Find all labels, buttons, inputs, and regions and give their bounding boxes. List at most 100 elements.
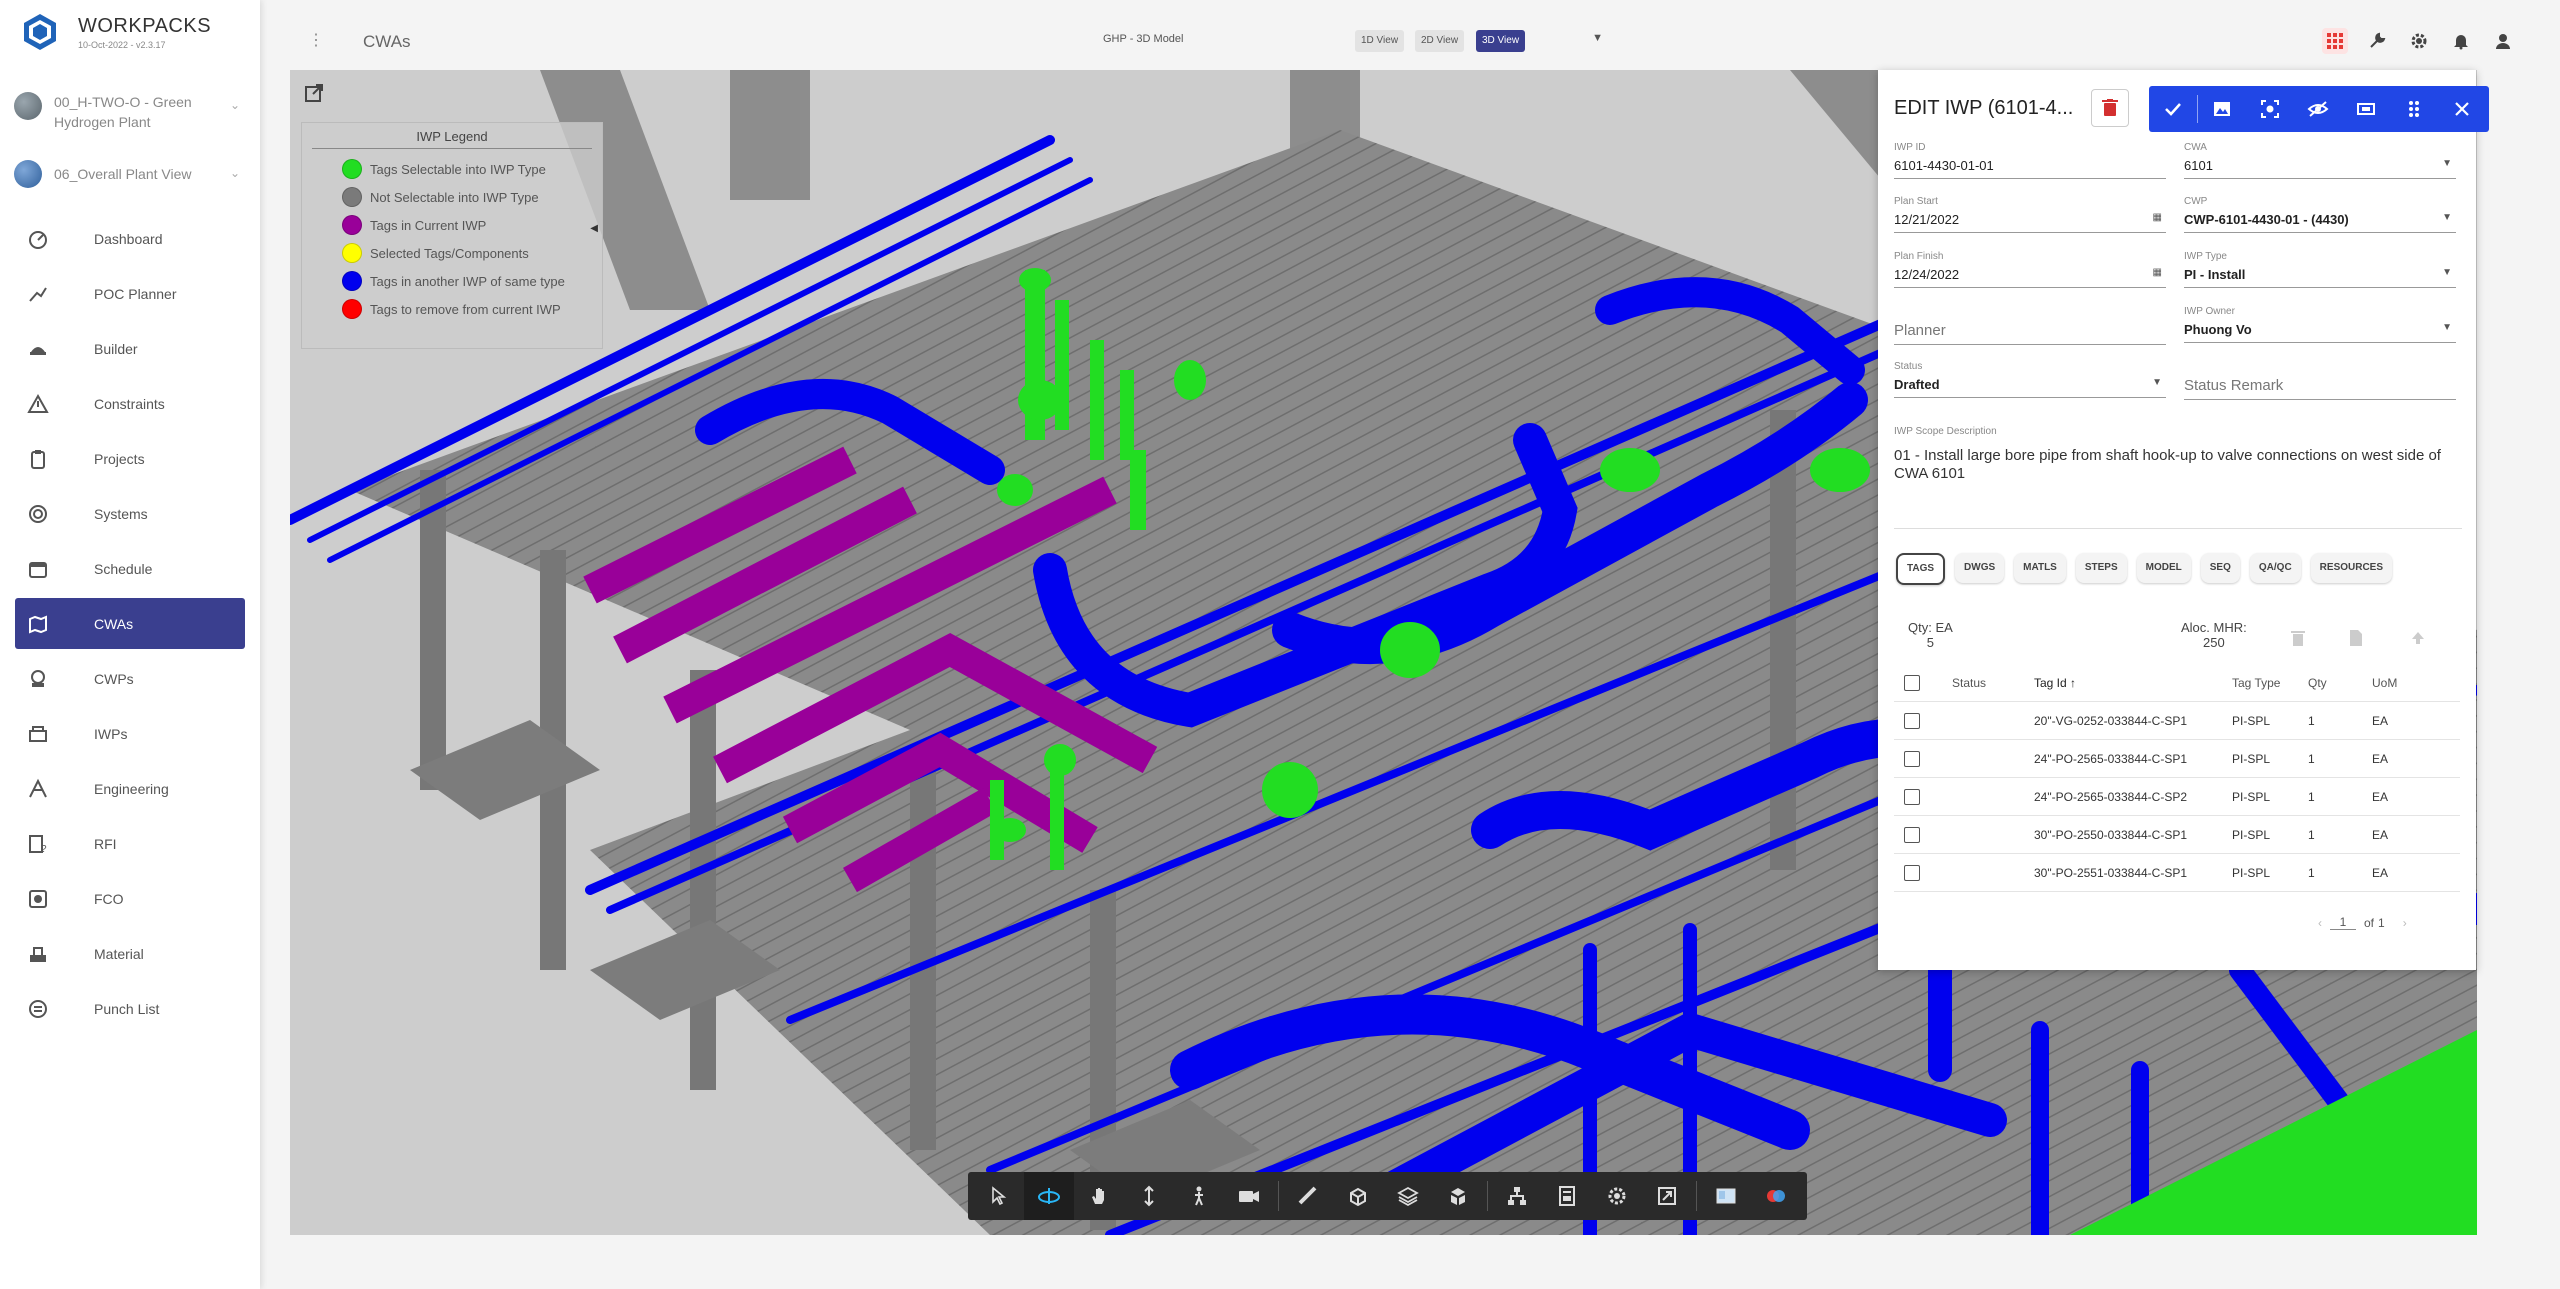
screenshot-icon[interactable] [2246, 86, 2294, 132]
view-3d-button[interactable]: 3D View [1476, 30, 1526, 52]
fullscreen-icon[interactable] [1642, 1172, 1692, 1220]
sidebar-item-projects[interactable]: Projects [15, 433, 245, 484]
sidebar-item-fco[interactable]: FCO [15, 873, 245, 924]
settings-gear-icon[interactable] [1592, 1172, 1642, 1220]
sidebar-item-schedule[interactable]: Schedule [15, 543, 245, 594]
more-vert-icon[interactable]: ⋮ [308, 30, 324, 50]
sidebar-item-iwps[interactable]: IWPs [15, 708, 245, 759]
plan-finish-field[interactable]: Plan Finish 12/24/2022 ▦ [1894, 251, 2166, 288]
project-selector[interactable]: 00_H-TWO-O - Green Hydrogen Plant ⌄ [14, 92, 246, 132]
close-icon[interactable] [2438, 86, 2486, 132]
camera-icon[interactable] [1224, 1172, 1274, 1220]
row-checkbox[interactable] [1904, 712, 1920, 729]
sidebar-item-punch-list[interactable]: Punch List [15, 983, 245, 1034]
select-cursor-icon[interactable] [974, 1172, 1024, 1220]
tab-resources[interactable]: RESOURCES [2310, 553, 2393, 583]
trash-icon[interactable] [2286, 626, 2310, 650]
sidebar-item-cwas[interactable]: CWAs [15, 598, 245, 649]
iwp-type-select[interactable]: IWP Type PI - Install ▼ [2184, 251, 2456, 288]
sidebar-item-systems[interactable]: Systems [15, 488, 245, 539]
sidebar-item-material[interactable]: Material [15, 928, 245, 979]
select-all-checkbox[interactable] [1904, 674, 1920, 691]
orbit-icon[interactable] [1024, 1172, 1074, 1220]
sidebar-item-constraints[interactable]: Constraints [15, 378, 245, 429]
save-check-icon[interactable] [2149, 86, 2197, 132]
view-1d-button[interactable]: 1D View [1355, 30, 1405, 52]
cwa-select[interactable]: CWA 6101 ▼ [2184, 142, 2456, 179]
explode-icon[interactable] [1433, 1172, 1483, 1220]
table-row[interactable]: 30"-PO-2551-033844-C-SP1 PI-SPL 1 EA [1894, 854, 2460, 892]
tab-dwgs[interactable]: DWGS [1955, 553, 2005, 583]
drag-handle-icon[interactable] [2390, 86, 2438, 132]
delete-button[interactable] [2091, 89, 2129, 127]
table-row[interactable]: 24"-PO-2565-033844-C-SP2 PI-SPL 1 EA [1894, 778, 2460, 816]
row-checkbox[interactable] [1904, 750, 1920, 767]
color-palette-icon[interactable] [1751, 1172, 1801, 1220]
row-checkbox[interactable] [1904, 864, 1920, 881]
apps-grid-icon[interactable] [2322, 28, 2348, 54]
sidebar-item-rfi[interactable]: ? RFI [15, 818, 245, 869]
status-remark-field[interactable]: Status Remark [2184, 361, 2456, 400]
col-tag-id[interactable]: Tag Id ↑ [2034, 676, 2076, 690]
measure-ruler-icon[interactable] [1283, 1172, 1333, 1220]
row-checkbox[interactable] [1904, 788, 1920, 805]
collapse-left-icon[interactable]: ◀ [590, 223, 598, 234]
tab-model[interactable]: MODEL [2136, 553, 2191, 583]
col-uom[interactable]: UoM [2372, 676, 2397, 690]
table-row[interactable]: 20"-VG-0252-033844-C-SP1 PI-SPL 1 EA [1894, 702, 2460, 740]
tab-matls[interactable]: MATLS [2014, 553, 2066, 583]
page-input[interactable]: 1 [2330, 915, 2356, 930]
properties-icon[interactable] [1542, 1172, 1592, 1220]
area-selector[interactable]: 06_Overall Plant View ⌄ [14, 160, 246, 188]
model-tree-icon[interactable] [1492, 1172, 1542, 1220]
tab-seq[interactable]: SEQ [2200, 553, 2240, 583]
tab-tags[interactable]: TAGS [1896, 553, 1946, 585]
planner-field[interactable]: Planner [1894, 306, 2166, 345]
zoom-vertical-icon[interactable] [1124, 1172, 1174, 1220]
popout-icon[interactable] [304, 83, 324, 108]
wrench-icon[interactable] [2364, 28, 2390, 54]
iwp-owner-select[interactable]: IWP Owner Phuong Vo ▼ [2184, 306, 2456, 343]
next-page-icon[interactable]: › [2403, 916, 2407, 930]
sidebar-item-dashboard[interactable]: Dashboard [15, 213, 245, 264]
col-tag-type[interactable]: Tag Type [2232, 676, 2280, 690]
brand[interactable]: WORKPACKS 10-Oct-2022 - v2.3.17 [20, 12, 211, 52]
page-total: 1 [2378, 915, 2385, 930]
view-2d-button[interactable]: 2D View [1415, 30, 1465, 52]
section-box-icon[interactable] [1333, 1172, 1383, 1220]
table-row[interactable]: 30"-PO-2550-033844-C-SP1 PI-SPL 1 EA [1894, 816, 2460, 854]
col-status[interactable]: Status [1952, 676, 1986, 690]
cell-qty: 1 [2308, 713, 2315, 728]
legend-swatch [342, 159, 362, 179]
table-row[interactable]: 24"-PO-2565-033844-C-SP1 PI-SPL 1 EA [1894, 740, 2460, 778]
image-icon[interactable] [2198, 86, 2246, 132]
row-checkbox[interactable] [1904, 826, 1920, 843]
layers-icon[interactable] [1383, 1172, 1433, 1220]
bell-icon[interactable] [2448, 28, 2474, 54]
sidebar-item-engineering[interactable]: Engineering [15, 763, 245, 814]
upload-icon[interactable] [2406, 626, 2430, 650]
sheets-icon[interactable] [1701, 1172, 1751, 1220]
walk-person-icon[interactable] [1174, 1172, 1224, 1220]
pan-hand-icon[interactable] [1074, 1172, 1124, 1220]
document-icon[interactable] [2344, 626, 2368, 650]
cwp-select[interactable]: CWP CWP-6101-4430-01 - (4430) ▼ [2184, 196, 2456, 233]
scope-description-input[interactable]: 01 - Install large bore pipe from shaft … [1894, 447, 2454, 483]
status-select[interactable]: Status Drafted ▼ [1894, 361, 2166, 398]
sidebar-item-cwps[interactable]: CWPs [15, 653, 245, 704]
model-select[interactable]: GHP - 3D Model ▼ [1103, 32, 1603, 45]
calendar-icon[interactable]: ▦ [2153, 212, 2162, 223]
hide-eye-icon[interactable] [2294, 86, 2342, 132]
plan-start-field[interactable]: Plan Start 12/21/2022 ▦ [1894, 196, 2166, 233]
account-icon[interactable] [2490, 28, 2516, 54]
gear-icon[interactable] [2406, 28, 2432, 54]
iwp-id-field[interactable]: IWP ID 6101-4430-01-01 [1894, 142, 2166, 179]
tab-qa-qc[interactable]: QA/QC [2249, 553, 2301, 583]
calendar-icon[interactable]: ▦ [2153, 267, 2162, 278]
col-qty[interactable]: Qty [2308, 676, 2327, 690]
sidebar-item-poc-planner[interactable]: POC Planner [15, 268, 245, 319]
prev-page-icon[interactable]: ‹ [2318, 916, 2322, 930]
isolate-icon[interactable] [2342, 86, 2390, 132]
tab-steps[interactable]: STEPS [2075, 553, 2127, 583]
sidebar-item-builder[interactable]: Builder [15, 323, 245, 374]
